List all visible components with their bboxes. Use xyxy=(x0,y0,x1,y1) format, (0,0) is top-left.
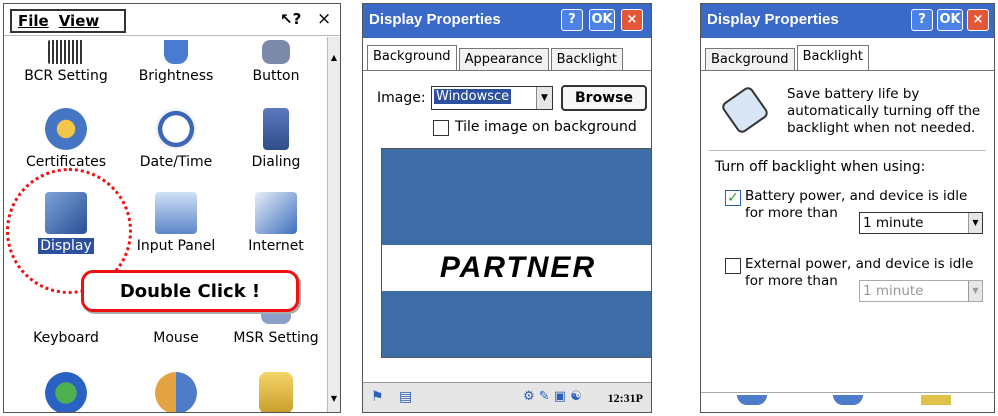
image-select-value: Windowsce xyxy=(434,89,512,104)
barcode-icon xyxy=(48,40,84,64)
cp-item-network[interactable] xyxy=(16,372,116,412)
cursor-help-icon: ↖ xyxy=(280,10,293,28)
cp-item-password[interactable] xyxy=(226,372,326,412)
ok-button[interactable]: OK xyxy=(589,9,615,31)
help-button[interactable]: ? xyxy=(911,9,933,31)
scroll-down-icon[interactable]: ▼ xyxy=(328,392,340,406)
cp-item-button[interactable]: Button xyxy=(226,40,326,84)
internet-icon xyxy=(255,192,297,234)
clock[interactable]: 12:31P xyxy=(608,391,643,406)
browse-button[interactable]: Browse xyxy=(561,85,647,111)
control-panel-window: File View ↖? × ▲ ▼ BCR Setting Brightnes… xyxy=(3,3,341,413)
divider xyxy=(709,150,986,151)
cp-item-dialing[interactable]: Dialing xyxy=(226,108,326,170)
external-timeout-select: 1 minute ▼ xyxy=(859,280,983,302)
external-power-checkbox[interactable] xyxy=(725,258,741,274)
partner-logo: PARTNER xyxy=(439,251,597,284)
tab-background[interactable]: Background xyxy=(367,45,457,70)
taskbar: ⚑ ▤ ⚙ ✎ ▣ ☯ 12:31P xyxy=(363,382,651,412)
tray-icons: ⚙ ✎ ▣ ☯ xyxy=(523,389,582,404)
cp-item-input-panel[interactable]: Input Panel xyxy=(126,192,226,254)
title-bar: Display Properties ? OK × xyxy=(363,4,651,38)
image-label: Image: xyxy=(377,90,426,106)
tab-backlight[interactable]: Backlight xyxy=(796,45,869,70)
cp-item-owner[interactable] xyxy=(126,372,226,412)
tab-background[interactable]: Background xyxy=(705,48,795,70)
display-properties-backlight-window: Display Properties ? OK × Background Bac… xyxy=(700,3,995,413)
close-button[interactable]: × xyxy=(967,9,989,31)
tab-divider xyxy=(701,70,994,71)
globe-icon xyxy=(737,395,767,405)
display-properties-background-window: Display Properties ? OK × Background App… xyxy=(362,3,652,413)
close-button[interactable]: × xyxy=(621,9,643,31)
menu-bar: File View ↖? × xyxy=(4,4,340,36)
close-button[interactable]: × xyxy=(317,9,331,29)
scroll-up-icon[interactable]: ▲ xyxy=(328,51,340,65)
backlight-heading: Turn off backlight when using: xyxy=(715,159,926,175)
logo-band: PARTNER xyxy=(382,245,651,291)
cp-item-certificates[interactable]: Certificates xyxy=(16,108,116,170)
tile-image-label: Tile image on background xyxy=(455,119,637,135)
title-bar: Display Properties ? OK × xyxy=(701,4,994,38)
battery-timeout-select[interactable]: 1 minute ▼ xyxy=(859,212,983,234)
users-icon xyxy=(155,372,197,412)
double-click-callout: Double Click ! xyxy=(81,270,299,312)
background-preview: PARTNER xyxy=(381,148,651,358)
vertical-scrollbar[interactable]: ▲ ▼ xyxy=(327,37,340,412)
help-button[interactable]: ? xyxy=(561,9,583,31)
globe-icon xyxy=(45,372,87,412)
chevron-down-icon[interactable]: ▼ xyxy=(536,87,552,109)
ok-button[interactable]: OK xyxy=(937,9,963,31)
menu-group: File View xyxy=(10,9,126,33)
users-icon xyxy=(833,395,863,405)
button-icon xyxy=(262,40,290,64)
external-timeout-value: 1 minute xyxy=(863,283,924,299)
cp-item-internet[interactable]: Internet xyxy=(226,192,326,254)
tab-strip: Background Backlight xyxy=(705,45,871,70)
bottom-strip xyxy=(701,392,994,412)
lock-icon xyxy=(259,372,293,412)
backlight-description: Save battery life by automatically turni… xyxy=(787,86,981,136)
menu-file[interactable]: File xyxy=(18,12,49,30)
tile-image-checkbox[interactable] xyxy=(433,120,449,136)
window-title: Display Properties xyxy=(707,11,839,28)
tab-divider xyxy=(363,70,651,71)
certificates-icon xyxy=(45,108,87,150)
tab-appearance[interactable]: Appearance xyxy=(458,48,549,70)
battery-timeout-value: 1 minute xyxy=(863,215,924,231)
tab-backlight[interactable]: Backlight xyxy=(550,48,623,70)
window-title: Display Properties xyxy=(369,11,501,28)
clock-icon xyxy=(155,108,197,150)
menu-view[interactable]: View xyxy=(59,12,100,30)
chevron-down-icon: ▼ xyxy=(968,281,982,301)
chevron-down-icon[interactable]: ▼ xyxy=(968,213,982,233)
phone-icon xyxy=(263,108,289,150)
cp-item-date-time[interactable]: Date/Time xyxy=(126,108,226,170)
help-button[interactable]: ↖? xyxy=(280,10,301,28)
desktop-icon[interactable]: ▤ xyxy=(399,389,412,405)
lock-icon xyxy=(921,395,951,405)
image-select[interactable]: Windowsce ▼ xyxy=(431,86,553,110)
cp-item-bcr-setting[interactable]: BCR Setting xyxy=(16,40,116,84)
device-lightbulb-icon xyxy=(719,84,771,136)
tab-strip: Background Appearance Backlight xyxy=(367,45,625,70)
battery-power-checkbox[interactable]: ✓ xyxy=(725,190,741,206)
start-icon[interactable]: ⚑ xyxy=(371,389,384,405)
brightness-icon xyxy=(164,40,188,64)
cp-item-brightness[interactable]: Brightness xyxy=(126,40,226,84)
keyboard-icon xyxy=(155,192,197,234)
